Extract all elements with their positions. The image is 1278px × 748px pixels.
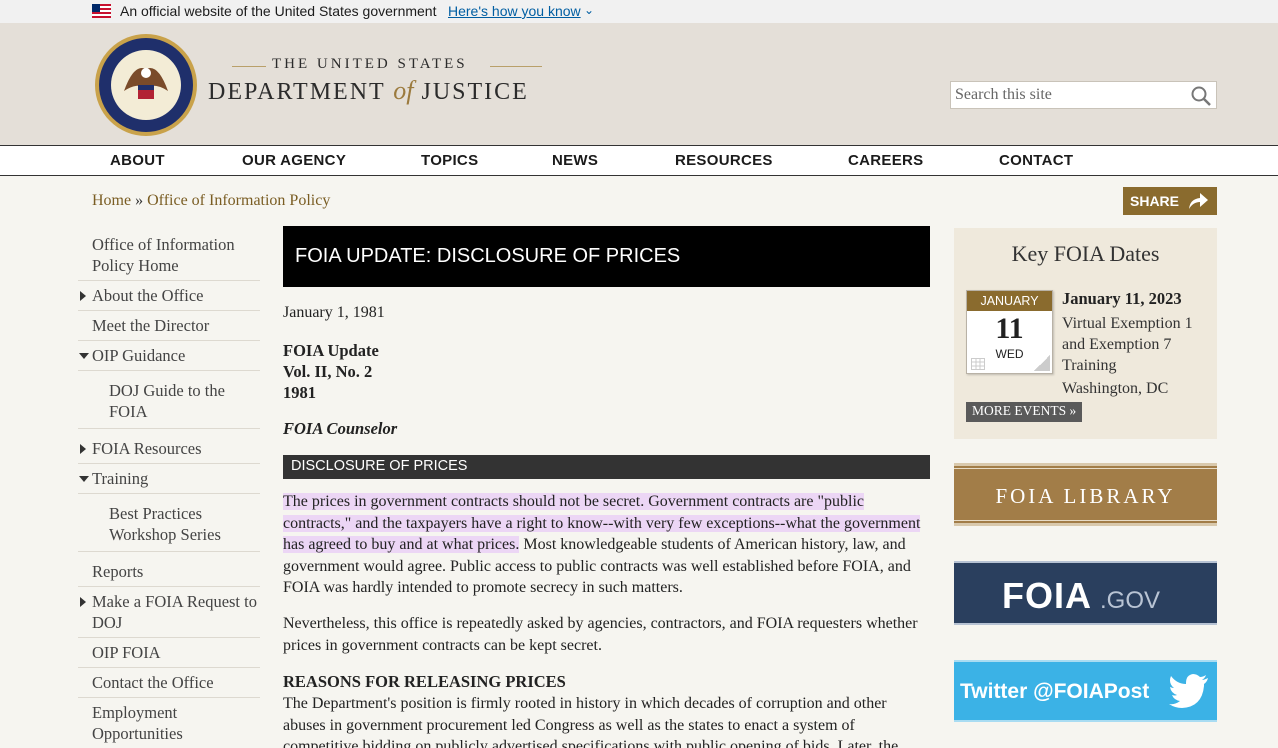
search-input[interactable]: [951, 82, 1181, 108]
gov-banner: An official website of the United States…: [0, 0, 1278, 23]
sidebar-item-training[interactable]: Training: [78, 464, 260, 494]
main-nav: ABOUT OUR AGENCY TOPICS NEWS RESOURCES C…: [0, 145, 1278, 176]
page-title: FOIA UPDATE: DISCLOSURE OF PRICES: [283, 226, 930, 287]
reasons-heading: REASONS FOR RELEASING PRICES: [283, 672, 566, 691]
gov-banner-text: An official website of the United States…: [120, 3, 437, 19]
sidebar-item-best-practices[interactable]: Best Practices Workshop Series: [78, 494, 260, 552]
brand-justice: JUSTICE: [421, 79, 529, 105]
sidebar-item-make-request[interactable]: Make a FOIA Request to DOJ: [78, 587, 260, 638]
search-icon[interactable]: [1190, 85, 1212, 107]
site-search: [950, 81, 1217, 109]
doj-seal-logo[interactable]: [94, 33, 198, 137]
share-button[interactable]: SHARE: [1123, 187, 1217, 215]
sidebar-item-doj-guide[interactable]: DOJ Guide to the FOIA: [78, 371, 260, 429]
sidebar-item-contact[interactable]: Contact the Office: [78, 668, 260, 698]
nav-contact[interactable]: CONTACT: [999, 152, 1073, 169]
event-date[interactable]: January 11, 2023: [1062, 289, 1182, 309]
sidebar-item-reports[interactable]: Reports: [78, 552, 260, 587]
foia-gov-banner[interactable]: FOIA .GOV: [954, 561, 1217, 625]
section-heading: DISCLOSURE OF PRICES: [283, 455, 930, 479]
more-events-button[interactable]: MORE EVENTS »: [966, 402, 1083, 422]
caret-down-icon[interactable]: [79, 353, 89, 359]
article-date: January 1, 1981: [283, 304, 385, 321]
sidebar-item-oip-guidance[interactable]: OIP Guidance: [78, 341, 260, 371]
sidebar-item-oip-foia[interactable]: OIP FOIA: [78, 638, 260, 668]
foia-library-label: FOIA LIBRARY: [995, 484, 1176, 508]
site-header: THE UNITED STATES DEPARTMENT of JUSTICE: [0, 23, 1278, 145]
twitter-banner[interactable]: Twitter @FOIAPost: [954, 660, 1217, 722]
nav-topics[interactable]: TOPICS: [421, 152, 478, 169]
twitter-label: Twitter @FOIAPost: [960, 680, 1150, 703]
paragraph-1: The prices in government contracts shoul…: [283, 491, 933, 599]
caret-right-icon[interactable]: [80, 444, 86, 454]
brand-of: of: [393, 76, 414, 105]
foia-library-banner[interactable]: FOIA LIBRARY: [954, 463, 1217, 526]
caret-down-icon[interactable]: [79, 476, 89, 482]
nav-news[interactable]: NEWS: [552, 152, 598, 169]
sidebar-item-director[interactable]: Meet the Director: [78, 311, 260, 341]
nav-careers[interactable]: CAREERS: [848, 152, 923, 169]
breadcrumb-current[interactable]: Office of Information Policy: [147, 192, 330, 209]
update-line-3: 1981: [283, 383, 316, 402]
share-arrow-icon: [1189, 193, 1208, 209]
brand-department: DEPARTMENT: [208, 79, 386, 105]
update-line-1: FOIA Update: [283, 341, 379, 360]
grid-icon: [971, 358, 985, 370]
page-fold-icon: [1034, 355, 1050, 371]
caret-right-icon[interactable]: [80, 597, 86, 607]
foia-gov-label-suffix: .GOV: [1100, 587, 1161, 614]
paragraph-2: Nevertheless, this office is repeatedly …: [283, 615, 918, 654]
share-label: SHARE: [1130, 193, 1180, 209]
update-line-2: Vol. II, No. 2: [283, 362, 373, 381]
calendar-day: 11: [995, 312, 1024, 345]
foia-gov-label-main: FOIA: [1002, 575, 1092, 616]
nav-about[interactable]: ABOUT: [110, 152, 165, 169]
key-dates-title: Key FOIA Dates: [1011, 241, 1160, 266]
breadcrumb-home[interactable]: Home: [92, 192, 131, 209]
chevron-down-icon[interactable]: ⌄: [584, 3, 594, 17]
calendar-icon: JANUARY 11 WED: [966, 290, 1053, 374]
nav-resources[interactable]: RESOURCES: [675, 152, 773, 169]
nav-our-agency[interactable]: OUR AGENCY: [242, 152, 346, 169]
counselor-label: FOIA Counselor: [283, 419, 398, 438]
sidebar-item-oip-home[interactable]: Office of Information Policy Home: [78, 230, 260, 281]
calendar-month: JANUARY: [967, 291, 1052, 311]
event-location: Washington, DC: [1062, 380, 1169, 397]
sidebar-item-employment[interactable]: Employment Opportunities: [78, 698, 260, 748]
caret-right-icon[interactable]: [80, 291, 86, 301]
brand-line-2: DEPARTMENT of JUSTICE: [208, 76, 529, 106]
how-you-know-link[interactable]: Here's how you know: [448, 3, 581, 19]
paragraph-3: The Department's position is firmly root…: [283, 695, 899, 748]
breadcrumb: Home » Office of Information Policy: [92, 192, 330, 210]
brand-line-1: THE UNITED STATES: [272, 56, 468, 72]
us-flag-icon: [92, 4, 111, 18]
sidebar-item-foia-resources[interactable]: FOIA Resources: [78, 429, 260, 464]
article: FOIA UPDATE: DISCLOSURE OF PRICES Januar…: [283, 226, 930, 748]
update-info: FOIA Update Vol. II, No. 2 1981: [283, 340, 379, 403]
event-title[interactable]: Virtual Exemption 1 and Exemption 7 Trai…: [1062, 313, 1212, 376]
breadcrumb-separator: »: [131, 192, 148, 209]
sidebar-item-about[interactable]: About the Office: [78, 281, 260, 311]
twitter-bird-icon: [1169, 674, 1208, 708]
key-dates-panel: Key FOIA Dates JANUARY 11 WED January 11…: [954, 228, 1217, 439]
sidebar-nav: Office of Information Policy Home About …: [78, 230, 260, 748]
